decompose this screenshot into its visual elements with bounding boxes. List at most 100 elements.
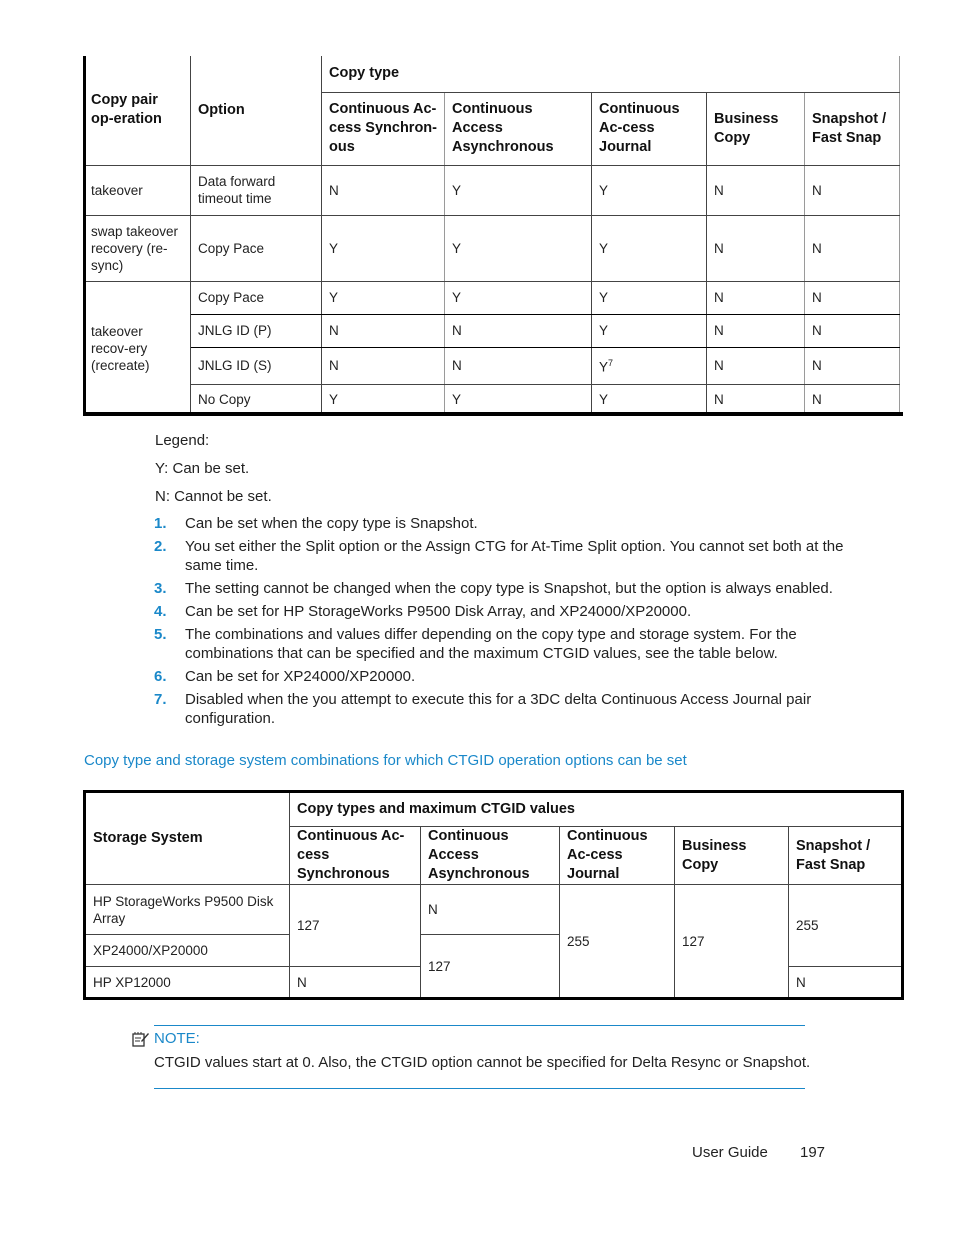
operation-cell: takeover recov-ery (recreate) [83,280,191,415]
table-row: takeover recov-ery (recreate) Copy Pace … [83,280,901,415]
footnote-text: The setting cannot be changed when the c… [185,580,833,597]
value-cell: Y [591,164,707,216]
value-cell: Y [591,383,707,416]
footnote-item: 1. Can be set when the copy type is Snaps… [154,514,844,533]
table-row: JNLG ID (S) N N Y7 N N [84,346,901,385]
note-pencil-icon [132,1031,149,1047]
value-cell: N [706,164,805,216]
value-cell: N [706,280,805,315]
value-cell: N [787,966,904,999]
footnote-number: 3. [154,580,167,597]
header-business-copy: Business Copy [674,826,789,885]
footer-title: User Guide [692,1144,768,1161]
header-snapshot: Snapshot / Fast Snap [803,91,901,166]
header-ca-async: Continuous Access Asynchronous [444,91,592,166]
value-cell: N [321,164,445,216]
option-cell: JNLG ID (S) [190,346,322,385]
value-cell: N [444,346,592,385]
header-business-copy: Business Copy [706,91,805,166]
table-border-bottom [83,412,903,416]
value-cell: Y [444,383,592,416]
value-cell: Y [321,383,445,416]
header-snapshot: Snapshot / Fast Snap [787,826,904,885]
note-label: NOTE: [154,1030,200,1047]
footnote-item: 3. The setting cannot be changed when the… [154,579,844,598]
footnote-number: 1. [154,515,167,532]
value-cell: N [706,214,805,282]
footnote-item: 4. Can be set for HP StorageWorks P9500 D… [154,602,844,621]
option-cell: No Copy [190,383,322,416]
value-cell: Y [591,280,707,315]
legend-n: N: Cannot be set. [155,488,272,505]
header-storage-system: Storage System [84,791,290,885]
note-text: CTGID values start at 0. Also, the CTGID… [154,1054,811,1071]
header-copy-types-group: Copy types and maximum CTGID values [288,791,904,827]
footnote-text: Can be set for XP24000/XP20000. [185,668,416,685]
legend-y: Y: Can be set. [155,460,250,477]
value-cell: N [321,346,445,385]
header-ca-journal: Continuous Ac-cess Journal [591,91,707,166]
operation-cell: takeover [83,164,191,216]
value-cell: Y [444,280,592,315]
legend-title: Legend: [155,432,210,449]
copy-pair-options-grid: Copy pair op-eration Option Copy type Co… [83,56,901,416]
footnote-text: Can be set for HP StorageWorks P9500 Dis… [185,603,692,620]
header-ca-journal: Continuous Ac-cess Journal [559,826,675,885]
table-row: takeover Data forward timeout time N Y Y… [83,164,901,216]
footnote-text: The combinations and values differ depen… [185,626,797,662]
footnote-number: 6. [154,668,167,685]
footnote-item: 6. Can be set for XP24000/XP20000. [154,667,844,686]
footnote-list: 1. Can be set when the copy type is Snaps… [154,514,844,732]
value-cell: Y [321,280,445,315]
ctgid-combinations-table: Storage System Copy types and maximum CT… [83,790,905,1000]
value-cell: N [706,383,805,416]
option-cell: Data forward timeout time [190,164,322,216]
value-cell: 255 [787,884,904,967]
footnote-item: 7. Disabled when the you attempt to execu… [154,690,844,728]
value-cell: N [444,313,592,348]
note-bottom-rule [154,1088,805,1089]
header-ca-sync: Continuous Ac-cess Synchron-ous [321,91,445,166]
value-cell: N [420,884,560,935]
value-cell: Y [444,164,592,216]
section-heading: Copy type and storage system combination… [84,752,687,769]
header-option: Option [190,56,322,166]
table-row: JNLG ID (P) N N Y N N [84,313,901,348]
note-heading: NOTE: [132,1030,200,1047]
table-border-left [83,56,86,416]
footnote-text: You set either the Split option or the A… [185,538,844,574]
value-text: Y [599,359,609,375]
header-copy-type: Copy type [320,56,901,93]
value-cell: N [289,966,421,999]
value-cell: Y [444,214,592,282]
value-cell: N [803,280,901,315]
page-number: 197 [800,1144,826,1161]
note-top-rule [154,1025,805,1026]
footnote-number: 5. [154,626,167,643]
value-cell: N [803,214,901,282]
value-cell: N [321,313,445,348]
value-cell: N [706,346,805,385]
value-cell: N [803,164,901,216]
option-cell: Copy Pace [190,280,322,315]
operation-cell: swap takeover recovery (re-sync) [83,214,191,282]
value-cell: 127 [289,884,421,967]
header-copy-pair-operation: Copy pair op-eration [83,56,191,166]
value-cell: Y [591,313,707,348]
value-cell: N [706,313,805,348]
footnote-item: 5. The combinations and values differ dep… [154,625,844,663]
value-cell: 127 [420,934,560,999]
table-row: No Copy Y Y Y N N [84,383,901,416]
option-cell: Copy Pace [190,214,322,282]
value-cell: 255 [559,884,675,999]
value-cell: N [803,346,901,385]
footnote-text: Can be set when the copy type is Snapsho… [185,515,478,532]
header-ca-async: Continuous Access Asynchronous [420,826,560,885]
footnote-item: 2. You set either the Split option or the… [154,537,844,575]
option-cell: JNLG ID (P) [190,313,322,348]
footnote-number: 2. [154,538,167,555]
storage-system-cell: XP24000/XP20000 [84,934,290,967]
footnote-number: 4. [154,603,167,620]
table-row: swap takeover recovery (re-sync) Copy Pa… [83,214,901,282]
storage-system-cell: HP XP12000 [84,966,290,999]
